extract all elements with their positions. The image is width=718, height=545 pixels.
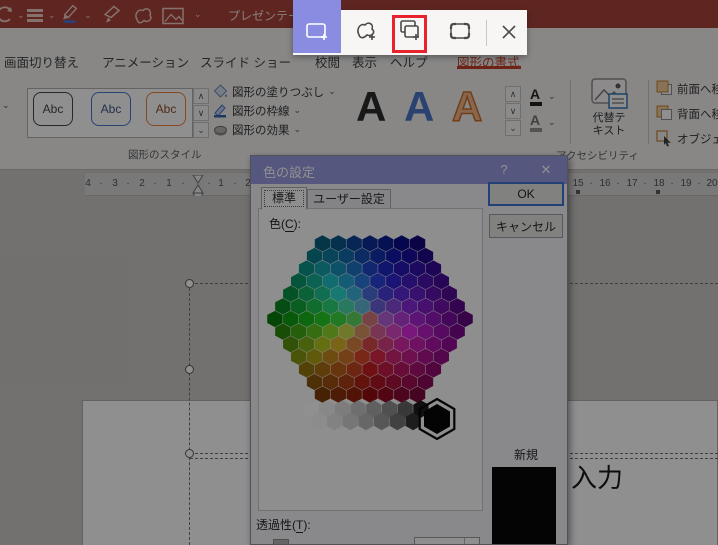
freeform-snip-button[interactable] [353,19,379,45]
highlight-box [392,15,427,53]
snip-close-button[interactable] [498,21,520,43]
rectangular-snip-button[interactable] [304,18,330,44]
fullscreen-snip-button[interactable] [447,19,473,45]
snip-toolbar-divider [486,20,487,46]
screen: ⌄ ⌄ ⌄ ⌄ プレゼンテーショ 画面切り替え アニメーション スライド ショー… [0,0,718,545]
snip-dim-overlay[interactable] [0,0,718,545]
